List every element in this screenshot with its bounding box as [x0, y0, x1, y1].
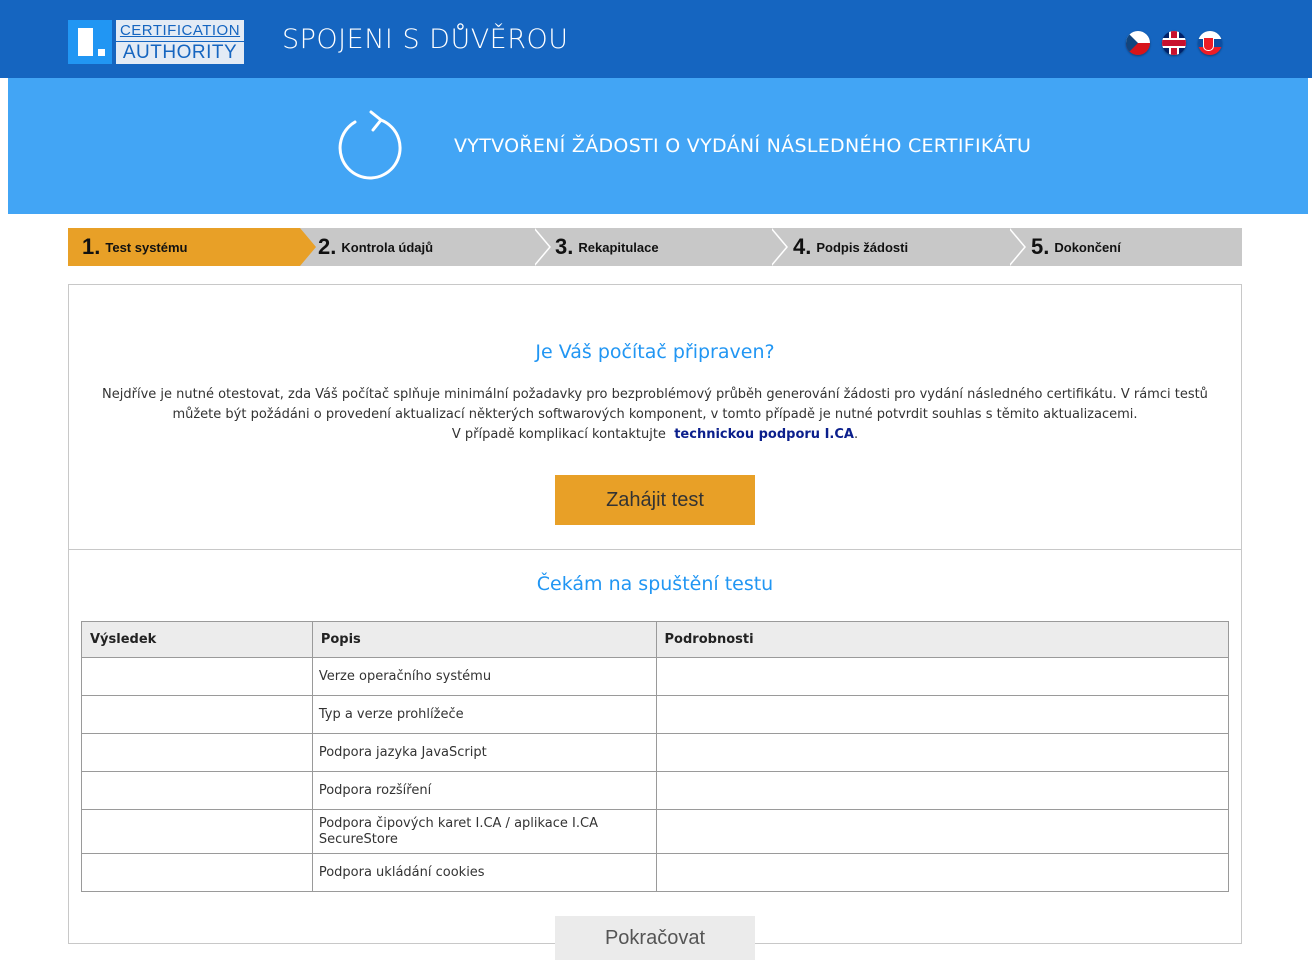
table-row: Podpora čipových karet I.CA / aplikace I… — [81, 809, 1230, 854]
step-number: 4. — [793, 234, 812, 259]
step-label: Podpis žádosti — [816, 239, 909, 255]
result-cell — [81, 809, 313, 854]
result-cell — [81, 657, 313, 696]
section-heading-status: Čekám na spuštění testu — [536, 573, 774, 595]
top-header: CERTIFICATION AUTHORITY SPOJENI S DŮVĚRO… — [0, 0, 1312, 78]
system-test-panel: Je Váš počítač připraven? Nejdříve je nu… — [68, 284, 1242, 944]
details-cell — [655, 657, 1230, 696]
result-cell — [81, 771, 313, 810]
tech-support-link[interactable]: technickou podporu I.CA — [674, 427, 854, 442]
logo-line1: CERTIFICATION — [119, 22, 241, 39]
result-cell — [81, 695, 313, 734]
contact-prefix: V případě komplikací kontaktujte — [451, 427, 666, 442]
details-cell — [655, 853, 1230, 892]
step-label: Rekapitulace — [578, 239, 659, 255]
brand-title: SPOJENI S DŮVĚROU — [282, 24, 569, 55]
intro-paragraph: Nejdříve je nutné otestovat, zda Váš poč… — [102, 387, 1208, 422]
column-header-result: Výsledek — [81, 621, 313, 658]
step-label: Dokončení — [1054, 239, 1121, 255]
table-header-row: Výsledek Popis Podrobnosti — [81, 621, 1230, 658]
continue-button[interactable]: Pokračovat — [555, 916, 755, 960]
step-separator — [533, 228, 551, 266]
intro-text: Nejdříve je nutné otestovat, zda Váš poč… — [79, 385, 1231, 445]
details-cell — [655, 733, 1230, 772]
step-number: 3. — [555, 234, 574, 259]
table-row: Verze operačního systému — [81, 657, 1230, 696]
page-banner: VYTVOŘENÍ ŽÁDOSTI O VYDÁNÍ NÁSLEDNÉHO CE… — [8, 78, 1308, 214]
step-number: 1. — [82, 234, 101, 259]
logo-wordmark: CERTIFICATION AUTHORITY — [116, 20, 244, 64]
column-header-details: Podrobnosti — [655, 621, 1230, 658]
refresh-icon — [338, 110, 402, 180]
description-cell: Verze operačního systému — [311, 657, 657, 696]
description-cell: Typ a verze prohlížeče — [311, 695, 657, 734]
contact-suffix: . — [853, 427, 859, 442]
description-cell: Podpora jazyka JavaScript — [311, 733, 657, 772]
details-cell — [655, 809, 1230, 854]
table-row: Podpora rozšíření — [81, 771, 1230, 810]
start-test-button[interactable]: Zahájit test — [555, 475, 755, 525]
step-1-test-systemu[interactable]: 1. Test systému — [68, 228, 316, 266]
details-cell — [655, 695, 1230, 734]
step-number: 5. — [1031, 234, 1050, 259]
banner-title: VYTVOŘENÍ ŽÁDOSTI O VYDÁNÍ NÁSLEDNÉHO CE… — [454, 135, 1032, 157]
step-4-podpis-zadosti[interactable]: 4. Podpis žádosti — [793, 228, 908, 266]
section-divider — [69, 549, 1241, 550]
section-heading-ready: Je Váš počítač připraven? — [535, 341, 775, 363]
description-cell: Podpora ukládání cookies — [311, 853, 657, 892]
cz-flag-icon[interactable] — [1126, 31, 1150, 55]
description-cell: Podpora rozšíření — [311, 771, 657, 810]
step-separator — [1008, 228, 1026, 266]
ica-logo[interactable]: CERTIFICATION AUTHORITY — [68, 20, 244, 64]
result-cell — [81, 853, 313, 892]
result-cell — [81, 733, 313, 772]
test-results-table: Výsledek Popis Podrobnosti Verze operačn… — [81, 621, 1230, 892]
step-5-dokonceni[interactable]: 5. Dokončení — [1031, 228, 1121, 266]
step-label: Test systému — [105, 239, 188, 255]
step-label: Kontrola údajů — [341, 239, 434, 255]
table-row: Typ a verze prohlížeče — [81, 695, 1230, 734]
description-cell: Podpora čipových karet I.CA / aplikace I… — [311, 809, 657, 854]
uk-flag-icon[interactable] — [1162, 31, 1186, 55]
table-row: Podpora ukládání cookies — [81, 853, 1230, 892]
wizard-steps: 1. Test systému 2. Kontrola údajů 3. Rek… — [68, 228, 1242, 266]
sk-flag-icon[interactable] — [1198, 31, 1222, 55]
step-number: 2. — [318, 234, 337, 259]
logo-line2: AUTHORITY — [116, 41, 244, 64]
step-3-rekapitulace[interactable]: 3. Rekapitulace — [555, 228, 659, 266]
column-header-description: Popis — [311, 621, 657, 658]
step-2-kontrola-udaju[interactable]: 2. Kontrola údajů — [318, 228, 433, 266]
table-row: Podpora jazyka JavaScript — [81, 733, 1230, 772]
details-cell — [655, 771, 1230, 810]
language-switcher — [1126, 31, 1222, 55]
logo-mark — [68, 20, 112, 64]
step-separator — [770, 228, 788, 266]
